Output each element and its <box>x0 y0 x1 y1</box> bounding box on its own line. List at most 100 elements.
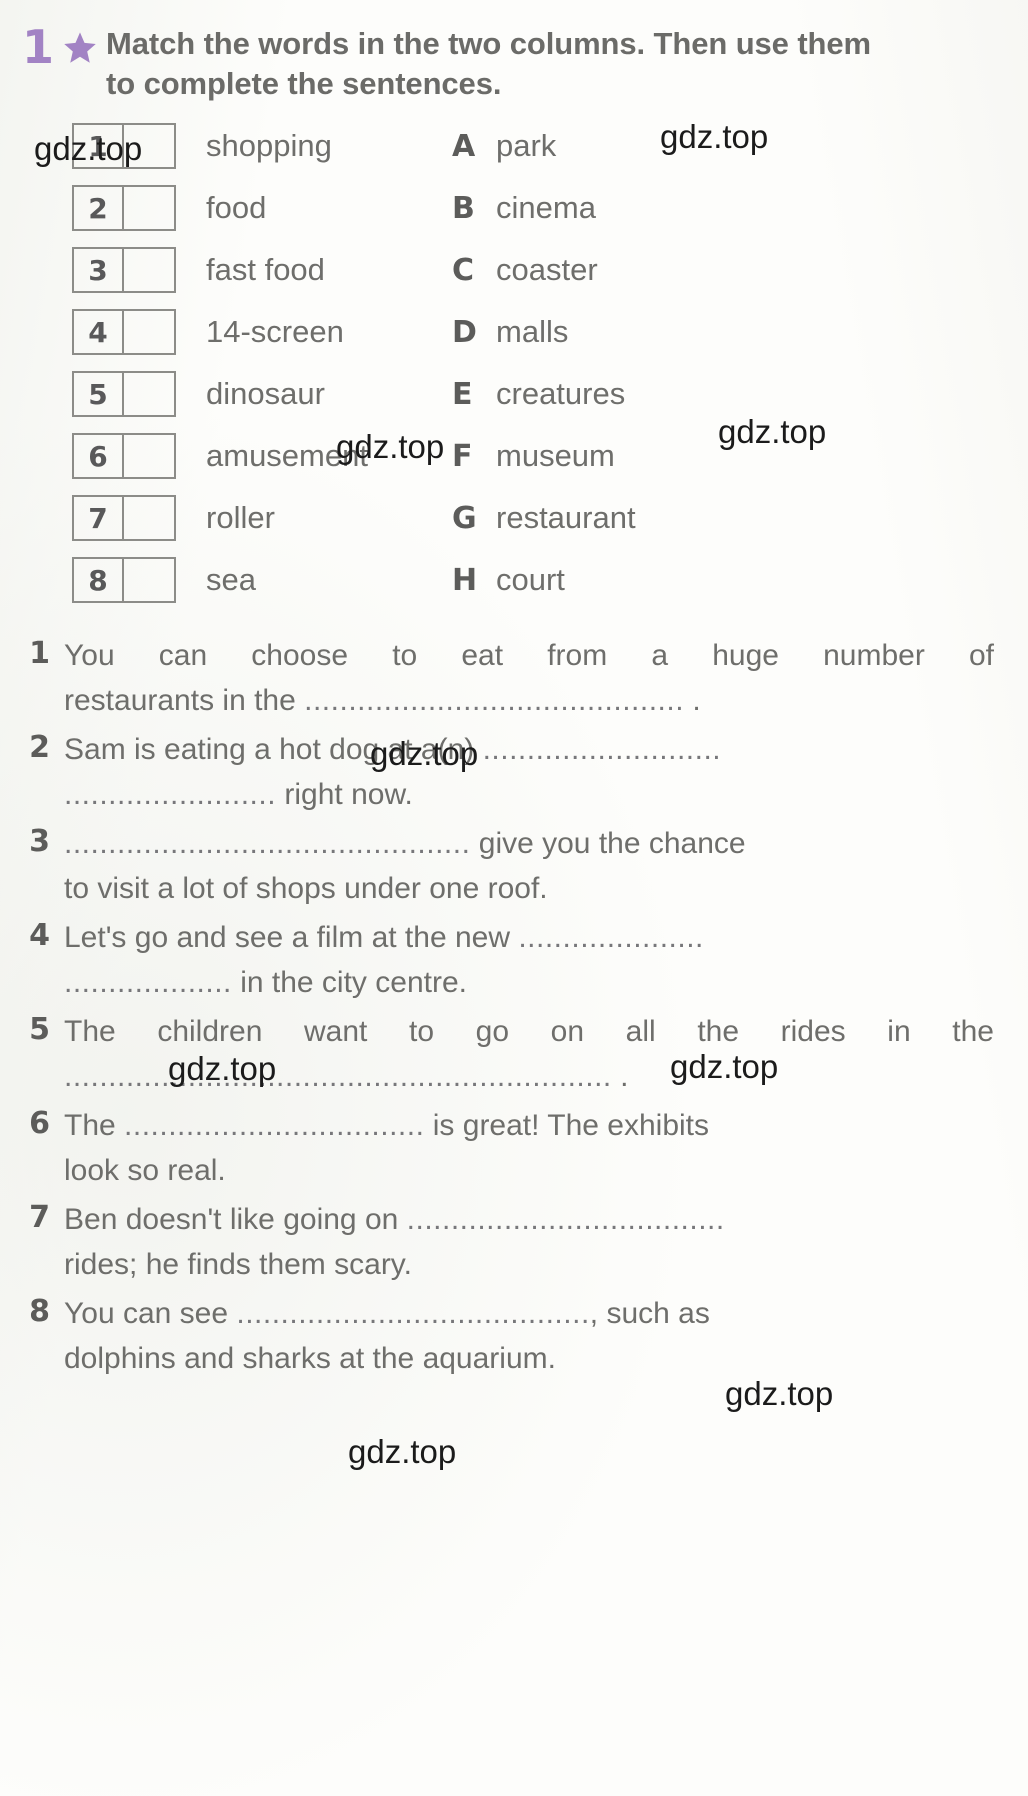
sentence-line: Ben doesn't like going on ..............… <box>64 1197 994 1242</box>
sentence-item: 7 Ben doesn't like going on .............… <box>18 1197 994 1287</box>
match-answer-box[interactable] <box>124 187 174 229</box>
match-item-number: 4 <box>74 311 124 354</box>
match-box-pair: 5 <box>72 371 176 418</box>
sentence-text: Let's go and see a film at the new <box>64 921 519 955</box>
sentence-text: Ben doesn't like going on <box>64 1203 407 1237</box>
sentence-text: to visit a lot of shops under one roof. <box>64 872 548 906</box>
match-answer-box[interactable] <box>124 373 174 415</box>
match-option-word: malls <box>496 314 569 350</box>
sentence-body: You can choose to eat from a huge number… <box>64 633 994 723</box>
sentence-item: 1 You can choose to eat from a huge numbe… <box>18 633 994 723</box>
match-left-word: food <box>206 190 267 226</box>
match-option-row: Fmuseum <box>452 425 872 487</box>
sentence-number: 3 <box>29 824 50 860</box>
sentence-line: to visit a lot of shops under one roof. <box>64 866 994 911</box>
sentence-blank[interactable]: .................................. <box>124 1109 424 1142</box>
sentence-blank[interactable]: ........................... <box>483 733 722 766</box>
match-option-letter: G <box>452 500 477 536</box>
match-answer-box[interactable] <box>124 559 174 601</box>
sentence-body: You can see ............................… <box>64 1291 994 1381</box>
match-option-row: Grestaurant <box>452 487 872 549</box>
match-left-word: sea <box>206 562 256 598</box>
sentence-line: The .................................. i… <box>64 1103 994 1148</box>
match-option-letter: C <box>452 252 475 288</box>
match-option-letter: H <box>452 562 478 598</box>
sentence-text: . <box>611 1060 629 1094</box>
match-option-word: park <box>496 128 557 164</box>
sentence-text: right now. <box>276 778 413 812</box>
sentence-item: 4 Let's go and see a film at the new ....… <box>18 915 994 1005</box>
match-answer-box[interactable] <box>124 311 174 353</box>
sentence-list: 1 You can choose to eat from a huge numbe… <box>0 633 1028 1381</box>
sentence-line: ........................................… <box>64 1054 994 1099</box>
match-item-number: 7 <box>74 497 124 540</box>
match-option-letter: B <box>452 190 475 226</box>
sentence-item: 5 The children want to go on all the ride… <box>18 1009 994 1099</box>
match-option-row: Apark <box>452 115 872 177</box>
sentence-line: You can choose to eat from a huge number… <box>64 633 994 678</box>
sentence-text: restaurants in the <box>64 684 305 718</box>
sentence-blank[interactable]: .................................... <box>407 1203 725 1236</box>
sentence-line: The children want to go on all the rides… <box>64 1009 994 1054</box>
sentence-item: 2 Sam is eating a hot dog at a(n) .......… <box>18 727 994 817</box>
match-option-row: Dmalls <box>452 301 872 363</box>
sentence-blank[interactable]: ..................... <box>518 921 704 954</box>
match-item-number: 8 <box>74 559 124 602</box>
match-option-word: restaurant <box>496 500 636 536</box>
sentence-line: Let's go and see a film at the new .....… <box>64 915 994 960</box>
sentence-line: look so real. <box>64 1148 994 1193</box>
match-left-word: fast food <box>206 252 325 288</box>
match-answer-box[interactable] <box>124 249 174 291</box>
match-answer-box[interactable] <box>124 497 174 539</box>
sentence-item: 3.......................................… <box>18 821 994 911</box>
match-item-number: 2 <box>74 187 124 230</box>
match-left-word: amusement <box>206 438 368 474</box>
match-box-pair: 2 <box>72 185 176 232</box>
match-item-number: 5 <box>74 373 124 416</box>
workbook-page: 1 Match the words in the two columns. Th… <box>0 0 1028 1381</box>
sentence-text: You can choose to eat from a huge number… <box>64 639 994 673</box>
match-left-word: shopping <box>206 128 332 164</box>
match-answer-box[interactable] <box>124 435 174 477</box>
match-option-row: Bcinema <box>452 177 872 239</box>
sentence-line: ........................................… <box>64 821 994 866</box>
star-icon <box>62 30 100 66</box>
sentence-body: The children want to go on all the rides… <box>64 1009 994 1099</box>
match-option-row: Ccoaster <box>452 239 872 301</box>
match-left-word: roller <box>206 500 275 536</box>
sentence-text: in the city centre. <box>231 966 467 1000</box>
watermark: gdz.top <box>348 1433 457 1470</box>
sentence-text: , such as <box>589 1297 710 1331</box>
sentence-text: The <box>64 1109 125 1143</box>
sentence-body: The .................................. i… <box>64 1103 994 1193</box>
match-option-letter: A <box>452 128 476 164</box>
sentence-item: 8 You can see ...........................… <box>18 1291 994 1381</box>
sentence-blank[interactable]: ........................................… <box>64 1060 612 1093</box>
sentence-text: is great! The exhibits <box>424 1109 710 1143</box>
match-item-number: 6 <box>74 435 124 478</box>
match-option-word: museum <box>496 438 615 474</box>
sentence-blank[interactable]: ........................................ <box>236 1297 589 1330</box>
match-box-pair: 8 <box>72 557 176 604</box>
match-option-row: Ecreatures <box>452 363 872 425</box>
sentence-body: ........................................… <box>64 821 994 911</box>
match-option-word: cinema <box>496 190 596 226</box>
sentence-text: You can see <box>64 1297 237 1331</box>
sentence-blank[interactable]: ........................................… <box>304 684 684 717</box>
exercise-header: 1 Match the words in the two columns. Th… <box>0 0 1028 103</box>
sentence-blank[interactable]: ........................................… <box>64 827 470 860</box>
sentence-blank[interactable]: ........................ <box>64 778 276 811</box>
sentence-number: 2 <box>29 730 50 766</box>
sentence-body: Sam is eating a hot dog at a(n) ........… <box>64 727 994 817</box>
match-box-pair: 6 <box>72 433 176 480</box>
sentence-blank[interactable]: ................... <box>64 966 232 999</box>
match-answer-box[interactable] <box>124 125 174 167</box>
match-left-word: dinosaur <box>206 376 325 412</box>
sentence-line: restaurants in the .....................… <box>64 678 994 723</box>
match-box-pair: 1 <box>72 123 176 170</box>
sentence-line: rides; he finds them scary. <box>64 1242 994 1287</box>
sentence-text: rides; he finds them scary. <box>64 1248 412 1282</box>
match-box-pair: 4 <box>72 309 176 356</box>
sentence-item: 6 The .................................. … <box>18 1103 994 1193</box>
sentence-number: 5 <box>29 1012 50 1048</box>
